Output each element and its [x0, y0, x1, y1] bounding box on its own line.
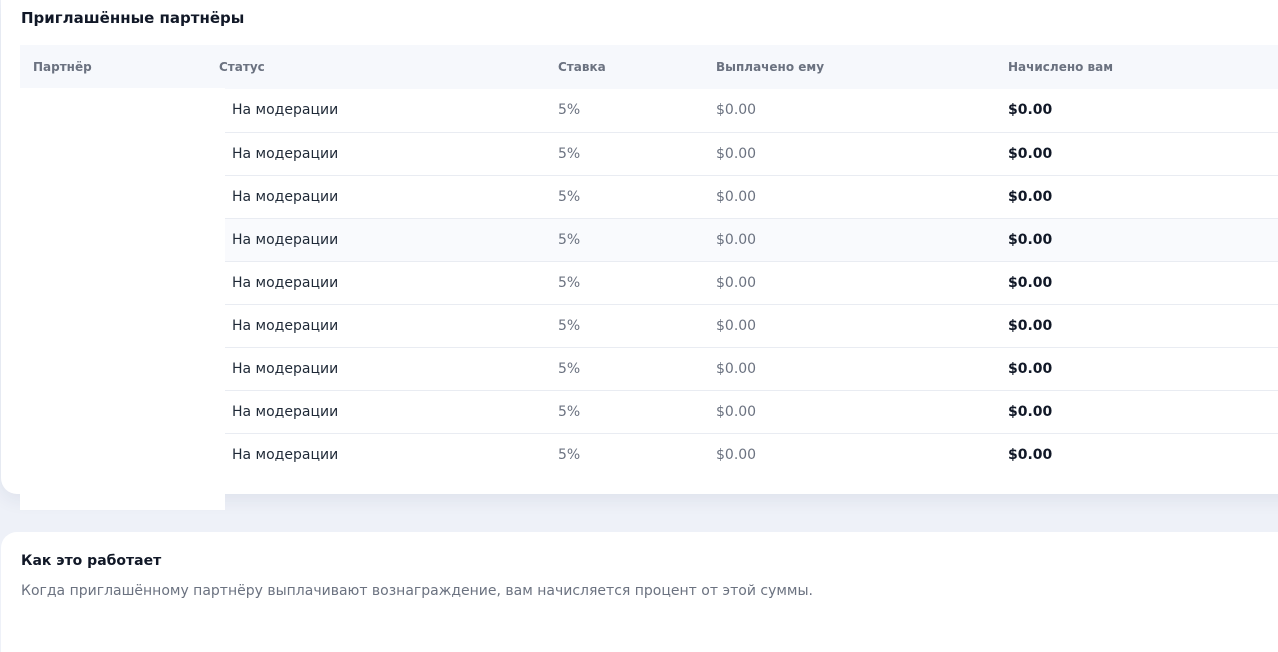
table-row[interactable]: На модерации 5% $0.00 $0.00 [225, 347, 1278, 390]
rate-cell: 5% [558, 232, 581, 248]
rate-cell: 5% [558, 361, 581, 377]
rate-cell: 5% [558, 102, 581, 118]
column-header-rate[interactable]: Ставка [558, 60, 606, 74]
status-cell: На модерации [232, 232, 339, 248]
status-cell: На модерации [232, 447, 339, 463]
earned-cell: $0.00 [1008, 146, 1053, 162]
invited-partners-card: Приглашённые партнёры Партнёр Статус Ста… [1, 0, 1278, 510]
rate-cell: 5% [558, 404, 581, 420]
earned-cell: $0.00 [1008, 232, 1053, 248]
paid-cell: $0.00 [716, 102, 757, 118]
column-header-credited-to-you[interactable]: Начислено вам [1008, 60, 1113, 74]
earned-cell: $0.00 [1008, 404, 1053, 420]
table-row[interactable]: На модерации 5% $0.00 $0.00 [225, 132, 1278, 175]
column-header-status[interactable]: Статус [219, 60, 265, 74]
rate-cell: 5% [558, 318, 581, 334]
table-row[interactable]: На модерации 5% $0.00 $0.00 [225, 261, 1278, 304]
earned-cell: $0.00 [1008, 275, 1053, 291]
earned-cell: $0.00 [1008, 318, 1053, 334]
how-it-works-description: Когда приглашённому партнёру выплачивают… [21, 583, 813, 599]
rate-cell: 5% [558, 189, 581, 205]
earned-cell: $0.00 [1008, 102, 1053, 118]
partner-column-blank [20, 88, 225, 510]
column-header-partner[interactable]: Партнёр [33, 60, 92, 74]
partners-table-body: На модерации 5% $0.00 $0.00 На модерации… [225, 89, 1278, 476]
paid-cell: $0.00 [716, 361, 757, 377]
table-row[interactable]: На модерации 5% $0.00 $0.00 [225, 390, 1278, 433]
status-cell: На модерации [232, 318, 339, 334]
earned-cell: $0.00 [1008, 189, 1053, 205]
status-cell: На модерации [232, 146, 339, 162]
how-it-works-title: Как это работает [21, 553, 162, 569]
status-cell: На модерации [232, 275, 339, 291]
partners-section-title: Приглашённые партнёры [21, 9, 245, 27]
rate-cell: 5% [558, 275, 581, 291]
column-header-paid-to-him[interactable]: Выплачено ему [716, 60, 824, 74]
paid-cell: $0.00 [716, 232, 757, 248]
status-cell: На модерации [232, 404, 339, 420]
status-cell: На модерации [232, 189, 339, 205]
status-cell: На модерации [232, 102, 339, 118]
paid-cell: $0.00 [716, 318, 757, 334]
table-row[interactable]: На модерации 5% $0.00 $0.00 [225, 218, 1278, 261]
paid-cell: $0.00 [716, 189, 757, 205]
table-header: Партнёр Статус Ставка Выплачено ему Начи… [20, 45, 1278, 89]
rate-cell: 5% [558, 447, 581, 463]
table-row[interactable]: На модерации 5% $0.00 $0.00 [225, 89, 1278, 132]
table-row[interactable]: На модерации 5% $0.00 $0.00 [225, 433, 1278, 476]
paid-cell: $0.00 [716, 447, 757, 463]
table-row[interactable]: На модерации 5% $0.00 $0.00 [225, 175, 1278, 218]
status-cell: На модерации [232, 361, 339, 377]
earned-cell: $0.00 [1008, 447, 1053, 463]
how-it-works-card: Как это работает Когда приглашённому пар… [1, 532, 1278, 652]
earned-cell: $0.00 [1008, 361, 1053, 377]
rate-cell: 5% [558, 146, 581, 162]
table-row[interactable]: На модерации 5% $0.00 $0.00 [225, 304, 1278, 347]
paid-cell: $0.00 [716, 146, 757, 162]
paid-cell: $0.00 [716, 404, 757, 420]
paid-cell: $0.00 [716, 275, 757, 291]
